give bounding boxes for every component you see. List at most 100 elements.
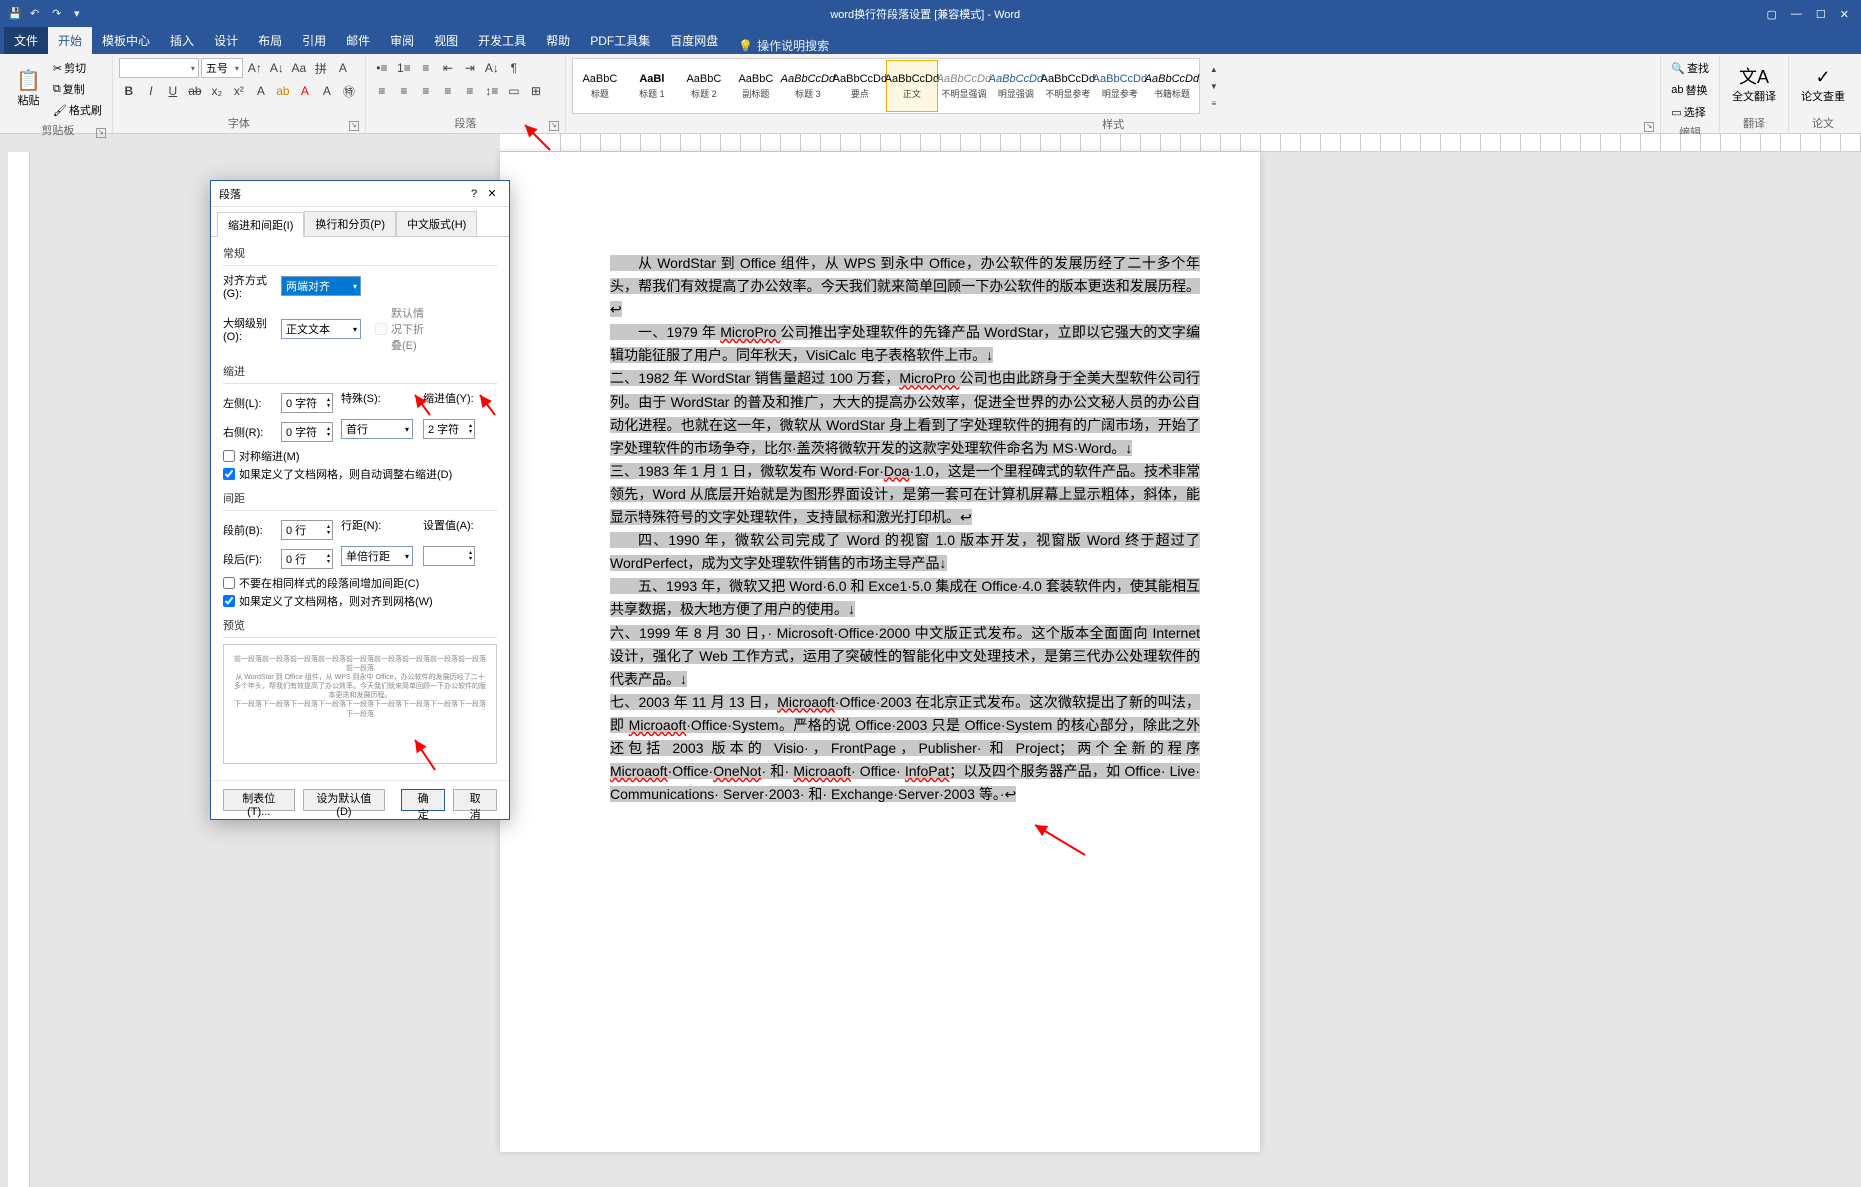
paste-button[interactable]: 📋粘贴 — [10, 65, 47, 112]
paragraph[interactable]: 五、1993 年，微软又把 Word·6.0 和 Exce1·5.0 集成在 O… — [610, 575, 1200, 621]
set-value-spin[interactable] — [423, 546, 475, 566]
char-border-icon[interactable]: A — [333, 58, 353, 78]
tab-mailings[interactable]: 邮件 — [336, 27, 380, 54]
paragraph[interactable]: 四、1990 年，微软公司完成了 Word 的视窗 1.0 版本开发，视窗版 W… — [610, 529, 1200, 575]
paragraph[interactable]: 六、1999 年 8 月 30 日，· Microsoft·Office·200… — [610, 622, 1200, 691]
tab-developer[interactable]: 开发工具 — [468, 27, 536, 54]
ribbon-options-icon[interactable]: ▢ — [1767, 8, 1777, 21]
launcher-icon[interactable]: ↘ — [1644, 122, 1654, 132]
page[interactable]: 从 WordStar 到 Office 组件，从 WPS 到永中 Office，… — [500, 152, 1260, 1152]
font-color-icon[interactable]: A — [295, 81, 315, 101]
bold-icon[interactable]: B — [119, 81, 139, 101]
format-painter-button[interactable]: 🖌格式刷 — [49, 100, 106, 120]
increase-indent-icon[interactable]: ⇥ — [460, 58, 480, 78]
tab-template[interactable]: 模板中心 — [92, 27, 160, 54]
paragraph[interactable]: 三、1983 年 1 月 1 日，微软发布 Word·For·Doa·1.0，这… — [610, 460, 1200, 529]
strike-icon[interactable]: ab — [185, 81, 205, 101]
paragraph[interactable]: 一、1979 年 MicroPro 公司推出字处理软件的先锋产品 WordSta… — [610, 321, 1200, 367]
save-icon[interactable]: 💾 — [8, 7, 22, 21]
text-effects-icon[interactable]: A — [251, 81, 271, 101]
space-before-spin[interactable]: 0 行 — [281, 520, 333, 540]
style-item[interactable]: AaBbCcDd标题 3 — [782, 60, 834, 112]
launcher-icon[interactable]: ↘ — [349, 121, 359, 131]
style-item[interactable]: AaBbCcDd要点 — [834, 60, 886, 112]
sort-icon[interactable]: A↓ — [482, 58, 502, 78]
decrease-indent-icon[interactable]: ⇤ — [438, 58, 458, 78]
subscript-icon[interactable]: x₂ — [207, 81, 227, 101]
bullets-icon[interactable]: •≡ — [372, 58, 392, 78]
thesis-check-button[interactable]: ✓论文查重 — [1795, 63, 1851, 108]
vertical-ruler[interactable] — [8, 152, 30, 1187]
justify-icon[interactable]: ≡ — [438, 81, 458, 101]
horizontal-ruler[interactable] — [500, 134, 1861, 152]
style-item[interactable]: AaBbCcDd明显参考 — [1094, 60, 1146, 112]
numbering-icon[interactable]: 1≡ — [394, 58, 414, 78]
qat-more-icon[interactable]: ▾ — [74, 7, 88, 21]
style-item[interactable]: AaBbC标题 — [574, 60, 626, 112]
line-spacing-icon[interactable]: ↕≡ — [482, 81, 502, 101]
left-indent-spin[interactable]: 0 字符 — [281, 393, 333, 413]
highlight-icon[interactable]: ab — [273, 81, 293, 101]
paragraph[interactable]: 七、2003 年 11 月 13 日，Microaoft·Office·2003… — [610, 691, 1200, 806]
tab-references[interactable]: 引用 — [292, 27, 336, 54]
maximize-icon[interactable]: ☐ — [1816, 8, 1826, 21]
dialog-tab-linebreak[interactable]: 换行和分页(P) — [304, 211, 396, 236]
launcher-icon[interactable]: ↘ — [549, 121, 559, 131]
ok-button[interactable]: 确定 — [401, 789, 445, 811]
undo-icon[interactable]: ↶ — [30, 7, 44, 21]
style-item[interactable]: AaBl标题 1 — [626, 60, 678, 112]
show-marks-icon[interactable]: ¶ — [504, 58, 524, 78]
tell-me[interactable]: 💡操作说明搜索 — [738, 37, 829, 54]
auto-adjust-checkbox[interactable]: 如果定义了文档网格，则自动调整右缩进(D) — [223, 466, 497, 482]
dialog-tab-asian[interactable]: 中文版式(H) — [396, 211, 477, 236]
dialog-tab-indent[interactable]: 缩进和间距(I) — [217, 212, 304, 237]
superscript-icon[interactable]: x² — [229, 81, 249, 101]
right-indent-spin[interactable]: 0 字符 — [281, 422, 333, 442]
align-right-icon[interactable]: ≡ — [416, 81, 436, 101]
style-item[interactable]: AaBbCcDd不明显强调 — [938, 60, 990, 112]
shrink-font-icon[interactable]: A↓ — [267, 58, 287, 78]
align-left-icon[interactable]: ≡ — [372, 81, 392, 101]
phonetic-icon[interactable]: 拼 — [311, 58, 331, 78]
close-icon[interactable]: ✕ — [483, 187, 501, 200]
borders-icon[interactable]: ⊞ — [526, 81, 546, 101]
snap-grid-checkbox[interactable]: 如果定义了文档网格，则对齐到网格(W) — [223, 593, 497, 609]
char-shading-icon[interactable]: A — [317, 81, 337, 101]
paragraph[interactable]: 从 WordStar 到 Office 组件，从 WPS 到永中 Office，… — [610, 252, 1200, 321]
help-icon[interactable]: ? — [465, 188, 483, 200]
styles-down-icon[interactable]: ▼ — [1204, 78, 1224, 94]
mirror-indent-checkbox[interactable]: 对称缩进(M) — [223, 448, 497, 464]
no-same-space-checkbox[interactable]: 不要在相同样式的段落间增加间距(C) — [223, 575, 497, 591]
collapse-checkbox[interactable]: 默认情况下折叠(E) — [375, 305, 427, 353]
replace-button[interactable]: ab替换 — [1667, 80, 1711, 100]
change-case-icon[interactable]: Aa — [289, 58, 309, 78]
style-item[interactable]: AaBbCcDd不明显参考 — [1042, 60, 1094, 112]
style-item[interactable]: AaBbCcDd明显强调 — [990, 60, 1042, 112]
style-item[interactable]: AaBbCcDd正文 — [886, 60, 938, 112]
tab-pdf[interactable]: PDF工具集 — [580, 27, 660, 54]
shading-icon[interactable]: ▭ — [504, 81, 524, 101]
special-combo[interactable]: 首行 — [341, 419, 413, 439]
dialog-titlebar[interactable]: 段落 ? ✕ — [211, 181, 509, 207]
copy-button[interactable]: ⧉复制 — [49, 79, 106, 99]
grow-font-icon[interactable]: A↑ — [245, 58, 265, 78]
underline-icon[interactable]: U — [163, 81, 183, 101]
minimize-icon[interactable]: — — [1791, 8, 1802, 21]
find-button[interactable]: 🔍查找 — [1667, 58, 1713, 78]
multilevel-icon[interactable]: ≡ — [416, 58, 436, 78]
align-center-icon[interactable]: ≡ — [394, 81, 414, 101]
font-size-combo[interactable]: 五号 — [201, 58, 243, 78]
tab-layout[interactable]: 布局 — [248, 27, 292, 54]
launcher-icon[interactable]: ↘ — [96, 128, 106, 138]
styles-gallery[interactable]: AaBbC标题AaBl标题 1AaBbC标题 2AaBbC副标题AaBbCcDd… — [572, 58, 1200, 114]
close-icon[interactable]: ✕ — [1840, 8, 1849, 21]
cut-button[interactable]: ✂剪切 — [49, 58, 106, 78]
select-button[interactable]: ▭选择 — [1667, 102, 1709, 122]
cancel-button[interactable]: 取消 — [453, 789, 497, 811]
font-name-combo[interactable] — [119, 58, 199, 78]
styles-more-icon[interactable]: ≡ — [1204, 95, 1224, 111]
enclose-icon[interactable]: ㊕ — [339, 81, 359, 101]
style-item[interactable]: AaBbC副标题 — [730, 60, 782, 112]
tab-design[interactable]: 设计 — [204, 27, 248, 54]
tab-home[interactable]: 开始 — [48, 27, 92, 54]
